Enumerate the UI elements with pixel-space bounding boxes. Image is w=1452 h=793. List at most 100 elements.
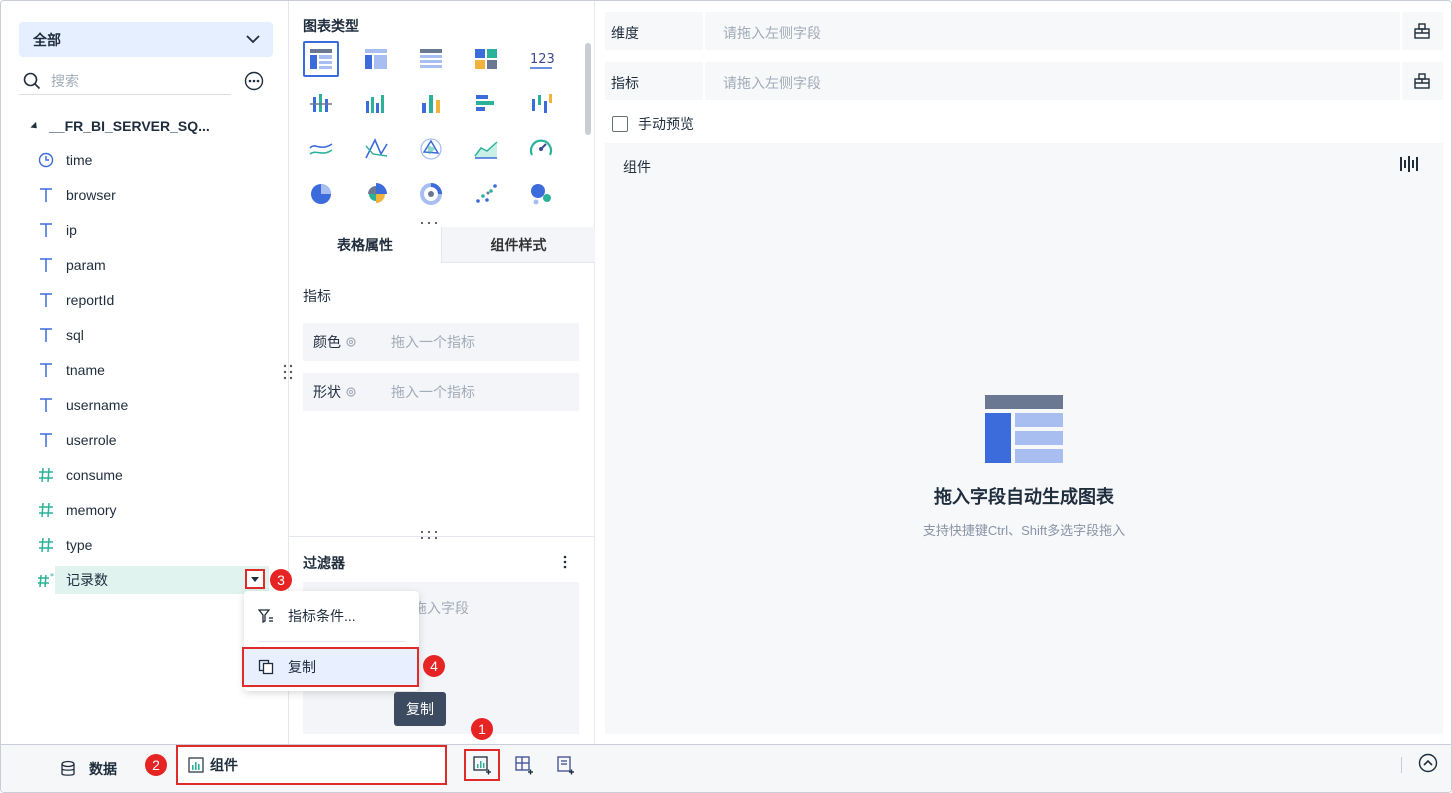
measure-drop-zone[interactable]: 指标 请拖入左侧字段 (605, 62, 1443, 100)
field-label: browser (66, 187, 116, 203)
tab-component[interactable]: 组件 (176, 745, 447, 785)
chart-type-multi-line[interactable] (358, 131, 394, 167)
chart-type-stacked-bar[interactable] (358, 86, 394, 122)
text-type-icon (40, 433, 52, 447)
chart-type-number-card[interactable]: 123 (523, 41, 559, 77)
pie-chart-icon (311, 184, 331, 204)
chart-type-table-chart[interactable] (303, 41, 339, 77)
tab-data[interactable]: 数据 (59, 755, 117, 783)
step-badge-3: 3 (270, 569, 292, 591)
checkbox-box[interactable] (612, 116, 628, 132)
field-label: type (66, 537, 93, 553)
resize-handle-icon[interactable] (419, 530, 439, 540)
chart-type-line-chart[interactable] (303, 131, 339, 167)
table-node[interactable]: __FR_BI_SERVER_SQ... (30, 118, 210, 134)
field-item[interactable]: param (37, 251, 267, 279)
chart-type-kpi-grid[interactable] (468, 41, 504, 77)
field-item[interactable]: consume (37, 461, 267, 489)
field-dropdown-button[interactable] (245, 569, 265, 589)
number-type-icon (39, 502, 53, 518)
shape-drop-zone[interactable]: 形状 拖入一个指标 (303, 373, 579, 411)
divider (703, 62, 705, 100)
chart-settings-icon[interactable] (1399, 155, 1419, 173)
field-type-icon (37, 431, 55, 449)
field-item[interactable]: time (37, 146, 267, 174)
area-chart-icon (474, 141, 498, 159)
chart-type-scatter-chart[interactable] (468, 176, 504, 212)
detail-table-icon (420, 49, 442, 68)
tab-component-style[interactable]: 组件样式 (442, 227, 595, 263)
color-drop-zone[interactable]: 颜色 拖入一个指标 (303, 323, 579, 361)
field-item[interactable]: reportId (37, 286, 267, 314)
more-options-icon[interactable] (244, 71, 264, 91)
more-vertical-icon[interactable] (562, 555, 568, 569)
field-type-icon (37, 361, 55, 379)
chart-canvas[interactable]: 组件 拖入字段自动生成图表 支持快捷键Ctrl、Shift多选字段拖入 (605, 143, 1443, 734)
divider (1401, 757, 1402, 773)
expand-triangle-icon[interactable] (30, 121, 40, 131)
chart-type-horizontal-bar[interactable] (468, 86, 504, 122)
measure-label: 指标 (611, 75, 639, 91)
app-window: 全部 搜索 __FR_BI_SERVER_SQ... time browser ip… (0, 0, 1452, 793)
chart-type-radar-chart[interactable] (413, 131, 449, 167)
add-component-button[interactable] (464, 749, 500, 781)
table-name: __FR_BI_SERVER_SQ... (49, 118, 210, 134)
dimension-drop-zone[interactable]: 维度 请拖入左侧字段 (605, 12, 1443, 50)
chart-type-bubble-chart[interactable] (523, 176, 559, 212)
chart-type-grouped-bar[interactable] (303, 86, 339, 122)
field-item[interactable]: username (37, 391, 267, 419)
field-item[interactable]: ip (37, 216, 267, 244)
prop-key: 形状 (313, 382, 357, 402)
field-item[interactable]: sql (37, 321, 267, 349)
gear-icon[interactable] (345, 336, 357, 348)
tab-table-properties[interactable]: 表格属性 (289, 227, 442, 263)
add-dashboard-button[interactable] (511, 752, 537, 778)
field-label: userrole (66, 432, 117, 448)
copy-tooltip: 复制 (394, 692, 446, 726)
menu-item-label: 指标条件... (288, 608, 356, 624)
field-type-icon (37, 501, 55, 519)
copy-icon (258, 659, 274, 675)
chart-type-bar-chart[interactable] (413, 86, 449, 122)
field-type-icon (37, 536, 55, 554)
menu-item-measure-condition[interactable]: 指标条件... (244, 596, 419, 636)
menu-item-copy[interactable]: 复制 (242, 647, 419, 687)
field-label: tname (66, 362, 105, 378)
tab-label: 数据 (89, 761, 117, 777)
divider (1400, 62, 1402, 100)
gauge-icon (529, 139, 553, 156)
field-label: username (66, 397, 129, 413)
chart-type-range-bar[interactable] (523, 86, 559, 122)
chart-type-cross-table[interactable] (358, 41, 394, 77)
kpi-grid-icon (475, 49, 497, 69)
manual-preview-checkbox[interactable]: 手动预览 (612, 114, 694, 134)
add-dashboard-icon (515, 756, 533, 775)
field-item[interactable]: memory (37, 496, 267, 524)
chart-type-pie-chart[interactable] (303, 176, 339, 212)
field-type-icon (37, 326, 55, 344)
scrollbar[interactable] (585, 43, 591, 135)
scope-dropdown[interactable]: 全部 (19, 22, 273, 57)
field-item[interactable]: userrole (37, 426, 267, 454)
chart-editor: 维度 请拖入左侧字段 指标 请拖入左侧字段 手动预览 组件 拖入字段自动生成图表… (595, 1, 1451, 744)
chevron-up-circle-icon[interactable] (1418, 753, 1438, 773)
chart-type-rose-chart[interactable] (358, 176, 394, 212)
add-report-button[interactable] (552, 752, 578, 778)
stacked-bar-icon (366, 95, 384, 113)
chart-type-detail-table[interactable] (413, 41, 449, 77)
chart-type-donut-chart[interactable] (413, 176, 449, 212)
chart-type-gauge[interactable] (523, 131, 559, 167)
gear-icon[interactable] (345, 386, 357, 398)
field-item[interactable]: * 记录数 (37, 566, 269, 594)
radar-chart-icon (420, 138, 442, 160)
search-input[interactable]: 搜索 (19, 67, 231, 95)
chart-type-area-chart[interactable] (468, 131, 504, 167)
field-item[interactable]: tname (37, 356, 267, 384)
text-type-icon (40, 398, 52, 412)
field-item[interactable]: type (37, 531, 267, 559)
text-type-icon (40, 223, 52, 237)
field-item[interactable]: browser (37, 181, 267, 209)
hierarchy-icon[interactable] (1413, 22, 1431, 40)
filter-icon (258, 609, 273, 624)
hierarchy-icon[interactable] (1413, 72, 1431, 90)
